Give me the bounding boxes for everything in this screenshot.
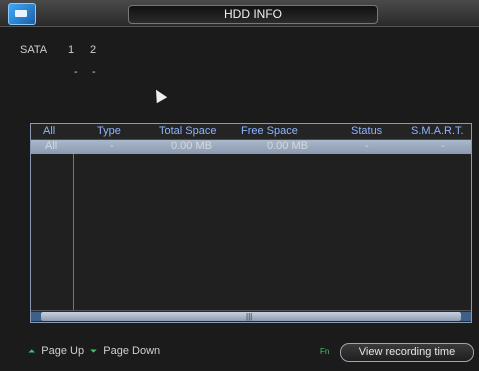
sata-port-2-state: - xyxy=(92,66,96,78)
view-recording-time-button[interactable]: View recording time xyxy=(340,343,474,362)
title-bar: HDD INFO xyxy=(0,0,479,27)
page-up-icon: ⏶ xyxy=(28,346,36,356)
sata-port-2: 2 xyxy=(90,44,97,56)
column-divider xyxy=(73,154,74,310)
footer-page-up[interactable]: ⏶ Page Up xyxy=(28,345,84,357)
cell-type: - xyxy=(110,140,114,152)
cell-smart: - xyxy=(441,140,445,152)
cell-status: - xyxy=(365,140,369,152)
sata-port-1: 1 xyxy=(68,44,75,56)
mouse-cursor-icon xyxy=(150,86,168,104)
column-header-status[interactable]: Status xyxy=(351,125,382,137)
column-header-smart[interactable]: S.M.A.R.T. xyxy=(411,125,464,137)
window-title: HDD INFO xyxy=(128,5,378,24)
horizontal-scrollbar[interactable]: ||| xyxy=(31,310,471,322)
table-header: All Type Total Space Free Space Status S… xyxy=(31,124,471,140)
cell-all: All xyxy=(45,140,58,152)
app-icon xyxy=(8,3,36,25)
page-up-label: Page Up xyxy=(41,345,85,357)
column-header-all[interactable]: All xyxy=(43,125,55,137)
scroll-right-button[interactable] xyxy=(461,312,471,321)
column-header-total-space[interactable]: Total Space xyxy=(159,125,216,137)
sata-port-1-state: - xyxy=(74,66,78,78)
column-header-type[interactable]: Type xyxy=(97,125,121,137)
table-row[interactable]: All - 0.00 MB 0.00 MB - - xyxy=(31,140,471,154)
scroll-left-button[interactable] xyxy=(31,312,41,321)
footer-page-down[interactable]: ⏷ Page Down xyxy=(90,345,160,357)
column-header-free-space[interactable]: Free Space xyxy=(241,125,298,137)
sata-label: SATA xyxy=(20,44,48,56)
scroll-thumb[interactable]: ||| xyxy=(41,312,461,321)
cell-total-space: 0.00 MB xyxy=(171,140,212,152)
page-down-icon: ⏷ xyxy=(90,346,98,356)
fn-icon: Fn xyxy=(320,347,330,356)
cell-free-space: 0.00 MB xyxy=(267,140,308,152)
hdd-table: All Type Total Space Free Space Status S… xyxy=(30,123,472,323)
page-down-label: Page Down xyxy=(103,345,161,357)
scroll-grip-icon: ||| xyxy=(246,312,253,321)
